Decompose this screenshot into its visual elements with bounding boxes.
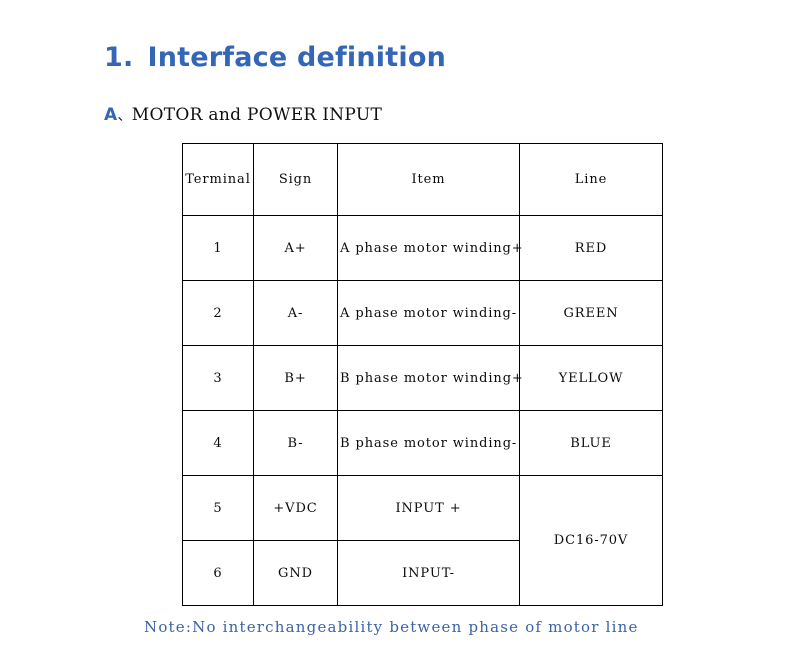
cell-item: INPUT- [337,540,520,606]
cell-terminal: 3 [182,345,254,411]
cell-sign: A- [253,280,338,346]
cell-item: A phase motor winding+ [337,215,523,281]
page-title-number: 1. [104,42,134,73]
cell-terminal: 2 [182,280,254,346]
interface-definition-table: Terminal Sign Item Line 1 A+ A phase mot… [182,143,663,606]
cell-line: YELLOW [519,345,663,411]
table-row: 3 B+ B phase motor winding+ YELLOW [182,345,663,411]
footer-note: Note:No interchangeability between phase… [144,618,639,636]
page-title: 1. Interface definition [104,42,446,73]
table-header-row: Terminal Sign Item Line [182,143,663,216]
table-row: 1 A+ A phase motor winding+ RED [182,215,663,281]
cell-line: GREEN [519,280,663,346]
cell-line: RED [519,215,663,281]
cell-sign: A+ [253,215,338,281]
cell-terminal: 5 [182,475,254,541]
cell-terminal: 6 [182,540,254,606]
table-row: 5 +VDC INPUT + DC16-70V [182,475,663,606]
table-row: 2 A- A phase motor winding- GREEN [182,280,663,346]
cell-sign: GND [253,540,338,606]
cell-line-merged: DC16-70V [519,475,663,606]
column-header-sign: Sign [253,143,338,216]
column-header-line: Line [519,143,663,216]
page-title-text: Interface definition [147,42,446,73]
subheading-separator: 、 [117,108,132,124]
cell-sign: B- [253,410,338,476]
subheading-marker: A [104,105,118,125]
cell-item: B phase motor winding- [337,410,520,476]
cell-item: A phase motor winding- [337,280,520,346]
cell-sign: B+ [253,345,338,411]
cell-line: BLUE [519,410,663,476]
cell-sign: +VDC [253,475,338,541]
table-row: 4 B- B phase motor winding- BLUE [182,410,663,476]
subheading-text: MOTOR and POWER INPUT [131,105,383,125]
column-header-item: Item [337,143,520,216]
cell-item: INPUT + [337,475,520,541]
cell-terminal: 4 [182,410,254,476]
cell-item: B phase motor winding+ [337,345,523,411]
section-subheading: A、MOTOR and POWER INPUT [104,105,382,125]
column-header-terminal: Terminal [182,143,254,216]
cell-terminal: 1 [182,215,254,281]
